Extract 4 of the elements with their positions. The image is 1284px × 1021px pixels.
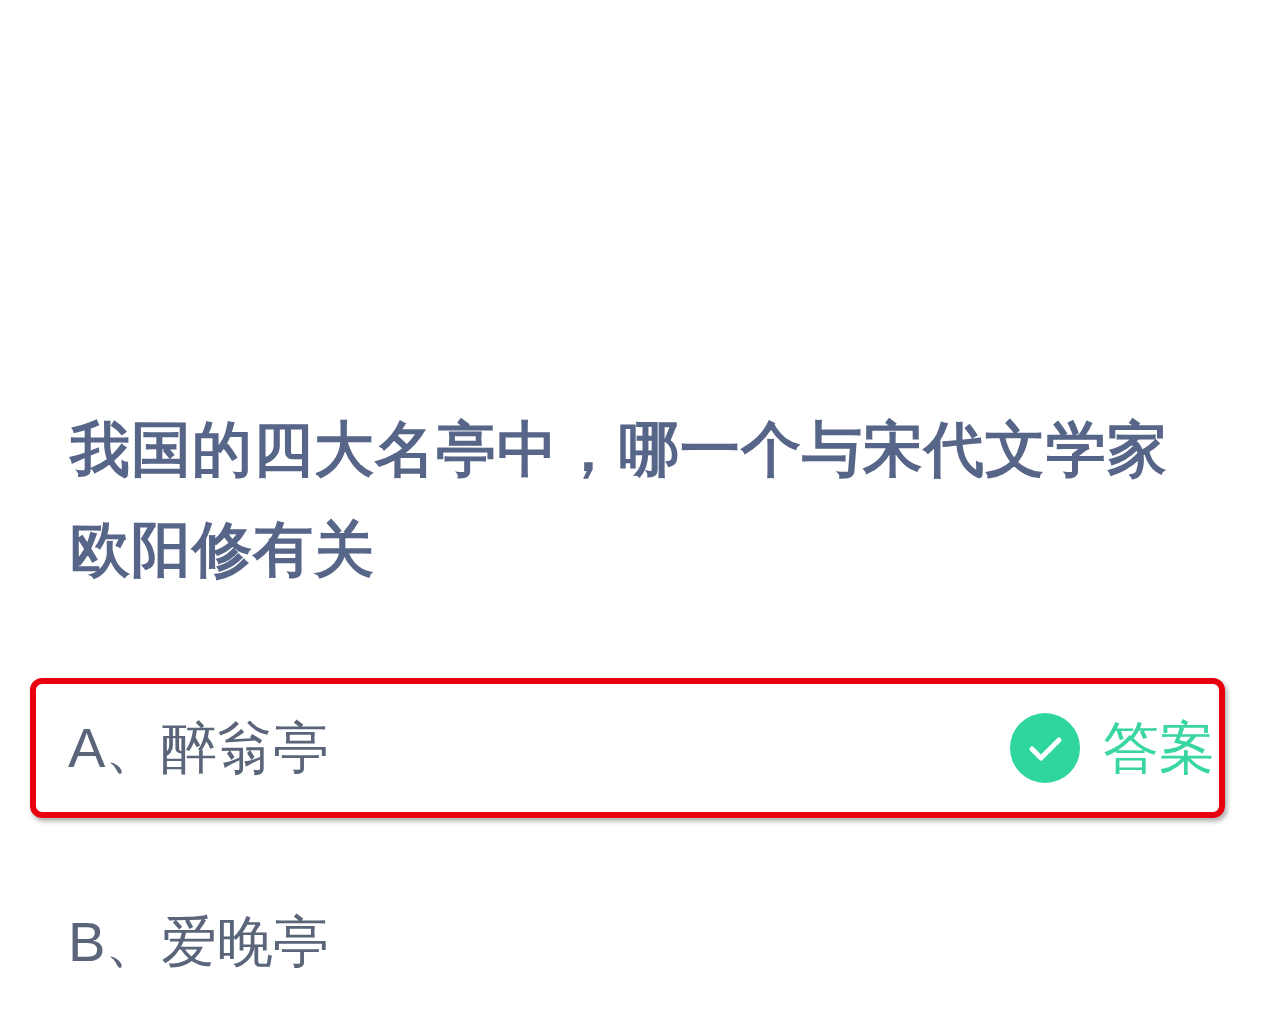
answer-option[interactable]: B、爱晚亭 — [68, 907, 330, 977]
answer-option[interactable]: A、醉翁亭 — [68, 713, 330, 783]
question-text: 我国的四大名亭中，哪一个与宋代文学家欧阳修有关 — [70, 415, 1169, 585]
answer-tag: 答案 — [1103, 713, 1215, 783]
